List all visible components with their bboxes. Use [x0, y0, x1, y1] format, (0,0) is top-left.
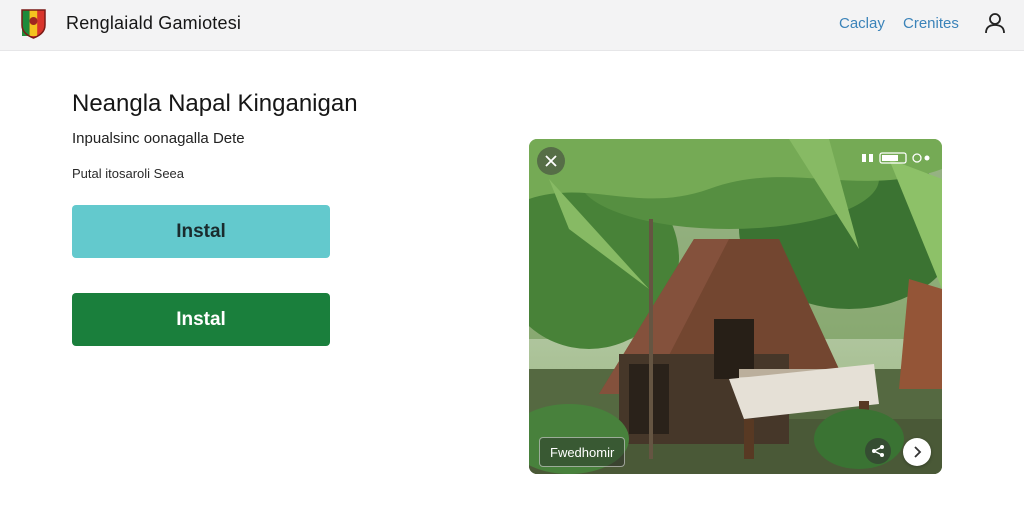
share-icon	[872, 445, 884, 457]
nav-link-crenites[interactable]: Crenites	[903, 15, 959, 32]
share-button[interactable]	[865, 438, 891, 464]
page-title: Neangla Napal Kinganigan	[72, 90, 358, 117]
install-button-primary[interactable]: Instal	[72, 205, 330, 258]
close-button[interactable]	[537, 147, 565, 175]
user-icon[interactable]	[983, 11, 1007, 35]
media-preview: Fwedhomir	[529, 139, 942, 474]
close-icon	[545, 155, 557, 167]
nav-link-caclay[interactable]: Caclay	[839, 15, 885, 32]
install-button-secondary[interactable]: Instal	[72, 293, 330, 346]
preview-image	[529, 139, 942, 474]
chevron-right-icon	[914, 446, 922, 458]
app-title: Renglaiald Gamiotesi	[66, 13, 242, 33]
shield-flag-icon[interactable]	[20, 8, 47, 39]
media-status-indicator	[862, 152, 930, 164]
page-note: Ρutal itosaroli Seea	[72, 166, 185, 181]
page-subtitle: Ιnpualsinc oonagalla Dete	[72, 130, 245, 147]
top-bar: Renglaiald Gamiotesi Caclay Crenites	[0, 0, 1024, 51]
media-caption: Fwedhomir	[539, 437, 626, 467]
next-button[interactable]	[903, 438, 931, 466]
